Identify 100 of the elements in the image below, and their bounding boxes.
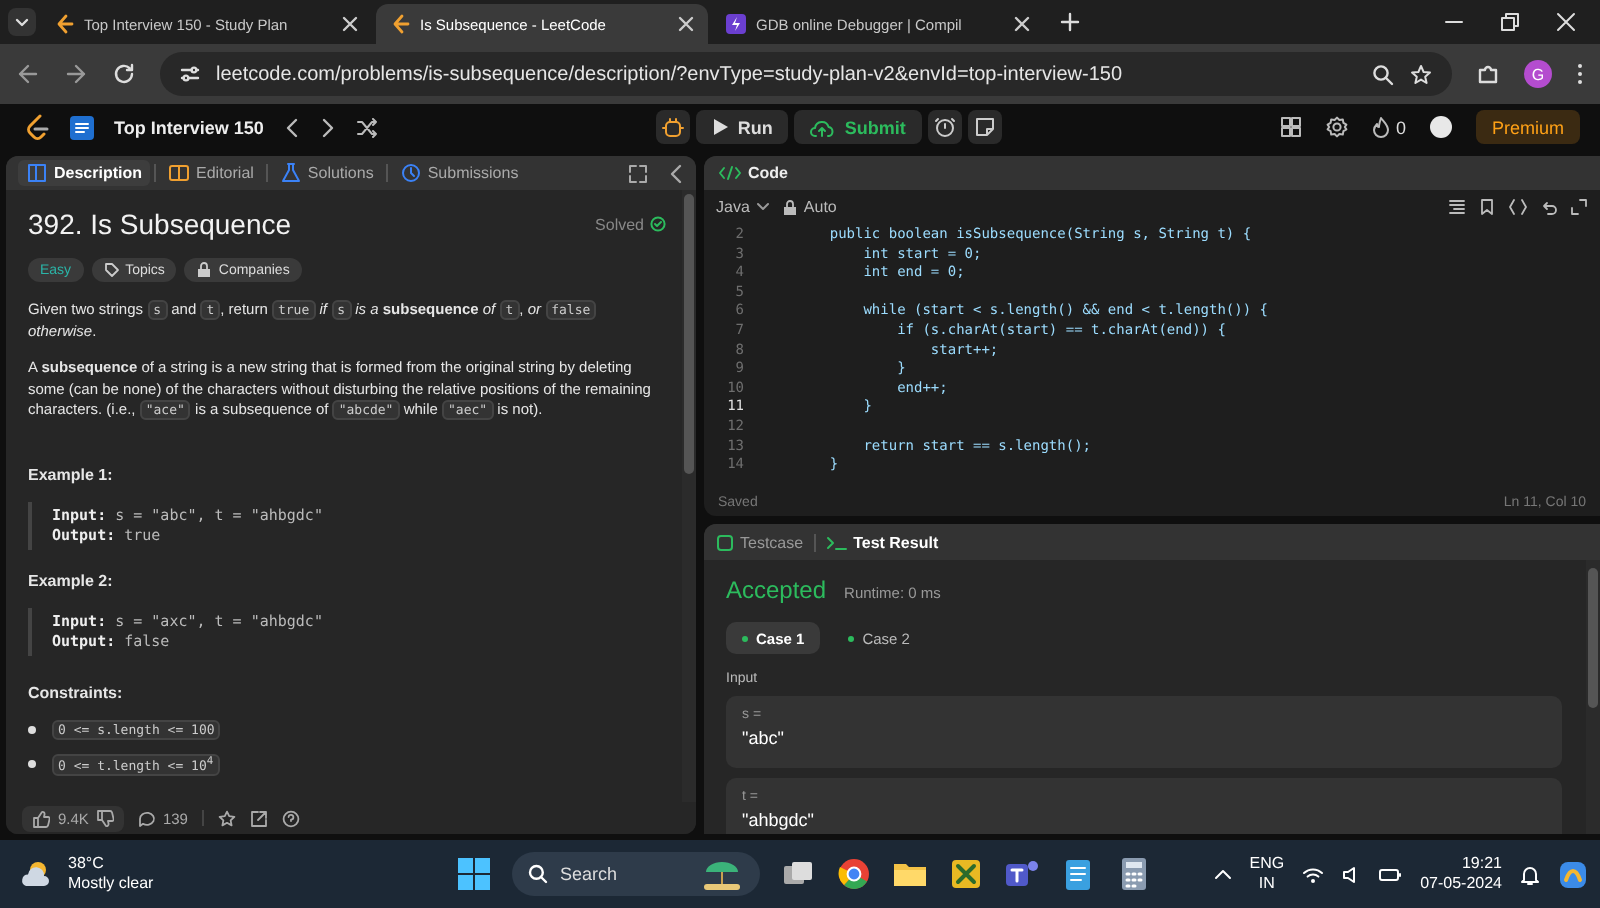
constraints-heading: Constraints: <box>28 683 125 701</box>
variable-value: "ahbgdc" <box>742 810 816 830</box>
chevron-up-icon[interactable] <box>1213 868 1232 880</box>
thumbs-down-icon[interactable] <box>96 809 115 827</box>
panel-tab[interactable]: Submissions <box>391 160 527 186</box>
help-icon[interactable] <box>281 809 300 827</box>
run-button[interactable]: Run <box>695 110 789 144</box>
back-icon[interactable] <box>16 62 40 86</box>
profile-avatar[interactable]: G <box>1524 60 1552 88</box>
close-icon[interactable] <box>678 16 694 32</box>
wifi-icon[interactable] <box>1302 865 1325 883</box>
temperature-text: 38°C <box>68 854 106 874</box>
list-icon <box>70 115 94 139</box>
submit-button[interactable]: Submit <box>794 110 922 144</box>
verdict-text: Accepted <box>726 576 827 604</box>
assistant-icon[interactable] <box>1558 859 1588 889</box>
layout-icon[interactable] <box>1279 116 1302 138</box>
teams-icon[interactable] <box>1004 856 1040 892</box>
premium-button[interactable]: Premium <box>1476 110 1581 144</box>
expand-icon[interactable] <box>1570 198 1588 216</box>
reload-icon[interactable] <box>112 62 136 86</box>
format-icon[interactable] <box>1448 198 1466 216</box>
undo-icon[interactable] <box>1540 198 1558 216</box>
debug-icon[interactable] <box>661 116 684 138</box>
solved-status: Solved <box>595 215 644 233</box>
code-icon <box>718 164 742 182</box>
menu-icon[interactable] <box>1576 62 1584 86</box>
close-icon[interactable] <box>1014 16 1030 32</box>
previous-icon[interactable] <box>283 117 300 137</box>
tab-list-caret-icon[interactable] <box>8 8 36 36</box>
settings-icon[interactable] <box>1325 116 1348 138</box>
thumbs-up-icon <box>32 809 50 827</box>
clock-date[interactable]: 07-05-2024 <box>1420 874 1502 894</box>
example-heading: Example 2: <box>28 571 115 589</box>
beach-drawing <box>700 858 744 890</box>
new-tab-icon[interactable] <box>1060 12 1080 32</box>
extensions-icon[interactable] <box>1476 62 1500 86</box>
panel-tab[interactable]: Editorial <box>160 160 262 186</box>
variable-value: "abc" <box>742 728 786 748</box>
braces-icon[interactable] <box>1508 198 1528 216</box>
expand-icon[interactable] <box>628 163 648 183</box>
history-icon <box>399 162 422 184</box>
browser-icon[interactable] <box>836 856 872 892</box>
cloud-upload-icon <box>810 117 835 137</box>
close-icon[interactable] <box>1556 12 1576 32</box>
search-field[interactable]: Search <box>512 852 760 896</box>
speaker-icon[interactable] <box>1342 865 1361 883</box>
site-icon <box>726 14 746 34</box>
bookmark-icon[interactable] <box>1478 198 1496 216</box>
tag-icon <box>103 262 120 278</box>
shuffle-icon[interactable] <box>355 117 378 137</box>
user-avatar[interactable] <box>1430 116 1452 138</box>
example-heading: Example 1: <box>28 465 115 483</box>
terminal-icon <box>825 533 848 551</box>
address-bar[interactable]: leetcode.com/problems/is-subsequence/description/?envType=study-plan-v2&envId=top-interview-150 <box>160 52 1452 96</box>
battery-icon[interactable] <box>1378 865 1403 883</box>
site-icon <box>390 14 410 34</box>
panel-tab[interactable]: Description <box>18 160 151 186</box>
notepad-icon[interactable] <box>1060 856 1096 892</box>
lock-icon <box>781 199 798 215</box>
play-icon <box>711 118 728 136</box>
logo-icon[interactable] <box>24 113 50 141</box>
problem-title: 392. Is Subsequence <box>28 208 294 240</box>
flame-icon <box>1371 116 1390 138</box>
site-info-icon[interactable] <box>180 64 200 84</box>
notification-icon[interactable] <box>1520 863 1540 885</box>
weather-text: Mostly clear <box>68 874 154 894</box>
check-circle-icon <box>650 216 666 232</box>
language-dropdown[interactable]: Java <box>716 198 770 216</box>
checkbox-icon <box>716 533 734 551</box>
panel-tab[interactable]: Testcase <box>716 533 804 551</box>
book-icon <box>168 162 191 184</box>
panel-title: Code <box>748 164 788 182</box>
flask-icon <box>279 162 302 184</box>
streak-count: 0 <box>1395 117 1406 137</box>
scrollbar[interactable] <box>1586 560 1600 834</box>
autocomplete-mode[interactable]: Auto <box>803 198 837 216</box>
site-icon <box>54 14 74 34</box>
timer-icon[interactable] <box>933 116 956 138</box>
panel-tab[interactable]: Test Result <box>825 533 939 551</box>
language-indicator[interactable]: ENG <box>1249 854 1285 874</box>
next-icon[interactable] <box>319 117 336 137</box>
share-icon[interactable] <box>249 809 268 827</box>
chevron-down-icon <box>755 202 770 212</box>
note-icon[interactable] <box>973 116 996 138</box>
weather-icon[interactable] <box>20 858 52 890</box>
zoom-icon[interactable] <box>1372 63 1394 85</box>
start-icon[interactable] <box>456 856 492 892</box>
region-indicator[interactable]: IN <box>1258 874 1275 894</box>
calculator-icon[interactable] <box>1116 856 1152 892</box>
scrollbar[interactable] <box>682 190 696 802</box>
restore-icon[interactable] <box>1500 12 1520 32</box>
star-icon[interactable] <box>217 809 236 827</box>
collapse-icon[interactable] <box>668 163 684 183</box>
forward-icon[interactable] <box>64 62 88 86</box>
close-icon[interactable] <box>342 16 358 32</box>
panel-tab[interactable]: Solutions <box>271 160 382 186</box>
clock-time[interactable]: 19:21 <box>1461 854 1502 874</box>
problem-list-title[interactable]: Top Interview 150 <box>114 117 264 137</box>
search-icon <box>528 864 548 884</box>
